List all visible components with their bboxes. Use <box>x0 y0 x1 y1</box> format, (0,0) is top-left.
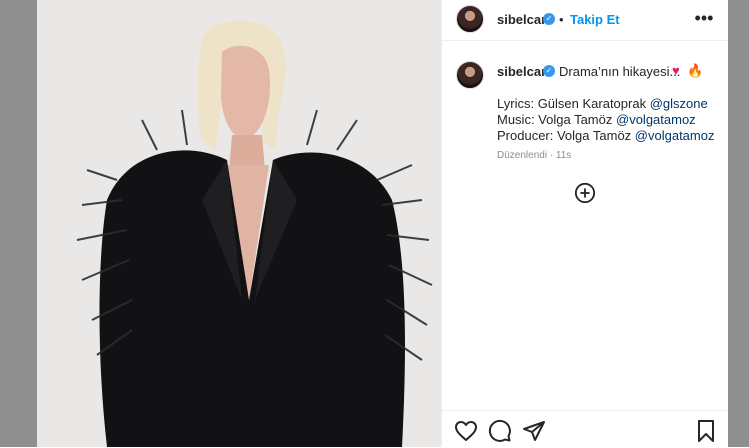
post-photo: › <box>37 0 441 447</box>
more-options-icon[interactable]: ••• <box>692 6 716 30</box>
mention-link[interactable]: @volgatamoz <box>635 128 715 143</box>
comment-bubble-icon[interactable] <box>488 419 512 443</box>
page-backdrop-right <box>727 0 749 447</box>
credit-line: Music: Volga Tamöz @volgatamoz <box>497 112 696 127</box>
caption-avatar[interactable] <box>456 61 484 89</box>
mention-link[interactable]: @volgatamoz <box>616 112 696 127</box>
verified-badge-icon: ✓ <box>543 13 555 25</box>
photo-illustration <box>37 0 441 447</box>
caption-text: Drama’nın hikayesi... <box>559 64 681 79</box>
credit-line: Producer: Volga Tamöz @volgatamoz <box>497 128 714 143</box>
bookmark-icon[interactable] <box>694 419 718 443</box>
paper-plane-icon[interactable] <box>522 419 546 443</box>
edited-timestamp: Düzenlendi · 11s <box>497 150 572 161</box>
mention-link[interactable]: @glszone <box>650 96 708 111</box>
header-username[interactable]: sibelcan <box>497 12 549 27</box>
heart-icon[interactable] <box>454 419 478 443</box>
post-side-panel: sibelcan ✓ • Takip Et ••• sibelcan ✓ Dra… <box>441 0 728 447</box>
header-separator: • <box>559 12 564 27</box>
credit-label: Producer: Volga Tamöz <box>497 128 632 143</box>
credit-label: Music: Volga Tamöz <box>497 112 613 127</box>
caption-username[interactable]: sibelcan <box>497 64 549 79</box>
heart-emoji: ♥ <box>672 63 680 78</box>
verified-badge-icon: ✓ <box>543 65 555 77</box>
avatar[interactable] <box>456 5 484 33</box>
post-header: sibelcan ✓ • Takip Et ••• <box>442 0 728 41</box>
fire-emoji: 🔥 <box>687 63 704 78</box>
post-actions-bar <box>442 410 728 448</box>
credit-line: Lyrics: Gülsen Karatoprak @glszone <box>497 96 708 111</box>
add-circle-icon[interactable] <box>574 182 596 204</box>
page-backdrop-left <box>0 0 37 447</box>
follow-button[interactable]: Takip Et <box>570 12 620 27</box>
credit-label: Lyrics: Gülsen Karatoprak <box>497 96 647 111</box>
